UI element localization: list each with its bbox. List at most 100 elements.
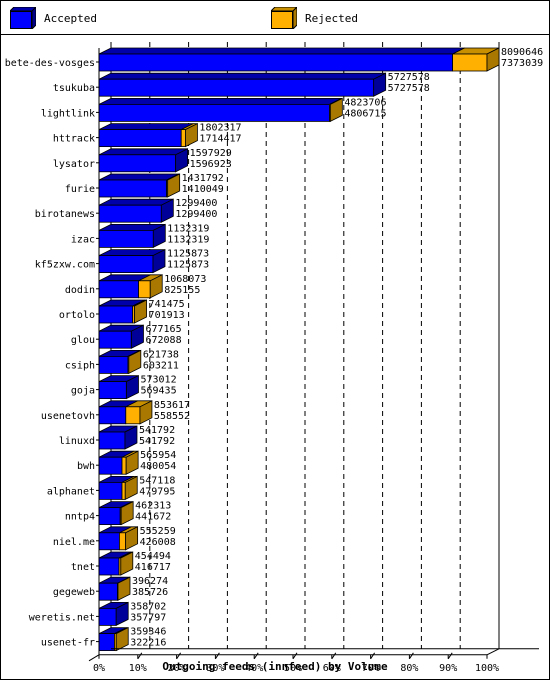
bar-group: furie 14317921410049 [65,173,224,198]
value-accepted: 1132319 [167,234,209,245]
category-label: csiph [65,360,95,371]
bar-accepted [98,53,453,72]
bar-rejected [452,53,488,72]
bar-accepted-top [98,72,386,80]
bar-accepted [98,633,115,651]
bar-accepted [98,381,127,400]
bar-accepted-top [98,198,174,206]
bar-rejected [121,456,127,475]
category-label: furie [65,184,95,195]
category-label: bete-des-vosges [5,58,95,69]
value-offered: 5727578 [388,72,430,83]
bar-accepted [98,280,139,299]
category-label: birotanews [35,209,95,220]
x-tick-diag [176,652,182,660]
bar-accepted-top [98,47,465,55]
value-offered: 541792 [139,425,175,436]
value-accepted: 441672 [135,512,171,523]
x-tick-diag [408,652,414,660]
x-tick-diag [331,652,337,660]
bar-group: httrack 18023171714417 [53,123,242,148]
bar-rejected [121,481,126,500]
value-offered: 1125873 [167,249,209,260]
category-label: goja [71,386,95,397]
bar-accepted-top [98,148,188,156]
value-offered: 358702 [130,601,166,612]
value-offered: 621738 [143,349,179,360]
value-offered: 1068073 [164,274,206,285]
category-label: dodin [65,285,95,296]
value-accepted: 479795 [139,486,175,497]
value-accepted: 5727578 [388,83,430,94]
bar-accepted [98,608,117,626]
value-accepted: 480054 [140,461,176,472]
x-tick-label: 80% [400,663,418,674]
value-offered: 359346 [130,627,166,638]
value-offered: 547118 [139,475,175,486]
bar-group: bete-des-vosges 80906467373039 [5,47,543,72]
category-label: lightlink [41,108,95,119]
value-offered: 396274 [132,576,168,587]
value-offered: 555259 [140,526,176,537]
bar-group: tsukuba 57275785727578 [53,72,430,97]
category-label: kf5zxw.com [35,260,95,271]
value-accepted: 416717 [135,562,171,573]
bar-group: izac 11323191132319 [71,223,209,249]
value-accepted: 426008 [140,537,176,548]
x-axis-corner [486,648,500,656]
value-accepted: 7373039 [501,58,543,69]
bar-accepted [98,431,126,450]
bar-group: lysator 15979291596923 [53,148,232,173]
category-label: glou [71,335,95,346]
x-tick-diag [370,652,376,660]
bar-accepted [98,456,123,475]
bar-group: dodin 1068073825155 [65,274,206,299]
bar-chart: bete-des-vosges 80906467373039 tsukuba 5727… [5,42,543,674]
bar-rejected [125,406,141,425]
bar-group: kf5zxw.com 11258731125873 [35,249,209,274]
bar-accepted [98,355,129,374]
category-label: httrack [53,134,95,145]
value-offered: 741475 [149,299,185,310]
bar-accepted [98,481,123,500]
x-tick-diag [214,652,220,660]
bar-accepted [98,507,121,526]
bar-group: nntp4 462313441672 [65,501,171,526]
category-label: tnet [71,562,95,573]
bars: bete-des-vosges 80906467373039 tsukuba 5727… [5,47,543,652]
bar-group: bwh 565954480054 [77,450,176,475]
bar-group: weretis.net 358702357797 [29,601,166,627]
bar-accepted [98,406,127,425]
value-offered: 1132319 [167,223,209,234]
category-label: nntp4 [65,512,95,523]
x-tick-label: 10% [129,663,147,674]
category-label: usenet-fr [41,638,95,649]
bar-rejected [119,532,127,551]
value-accepted: 672088 [145,335,181,346]
value-offered: 573012 [140,375,176,386]
bar-rejected [180,129,186,148]
category-label: tsukuba [53,83,95,94]
category-label: alphanet [47,486,95,497]
bar-group: usenetovh 853617558552 [41,400,190,425]
bar-group: tnet 454494416717 [71,551,171,576]
bar-accepted [98,557,120,576]
category-label: ortolo [59,310,95,321]
category-label: niel.me [53,537,95,548]
category-label: weretis.net [29,612,95,623]
bar-accepted [98,179,168,198]
category-label: gegeweb [53,587,95,598]
value-offered: 1802317 [199,123,241,134]
value-accepted: 322216 [130,638,166,649]
value-offered: 8090646 [501,47,543,58]
bar-accepted [98,129,182,148]
bar-accepted-top [98,123,194,131]
value-offered: 1431792 [182,173,224,184]
value-offered: 853617 [154,400,190,411]
bar-accepted-top [98,173,179,181]
value-accepted: 385726 [132,587,168,598]
x-tick-diag [137,652,143,660]
value-offered: 454494 [135,551,171,562]
bar-accepted [98,255,154,274]
value-accepted: 4806715 [344,108,386,119]
